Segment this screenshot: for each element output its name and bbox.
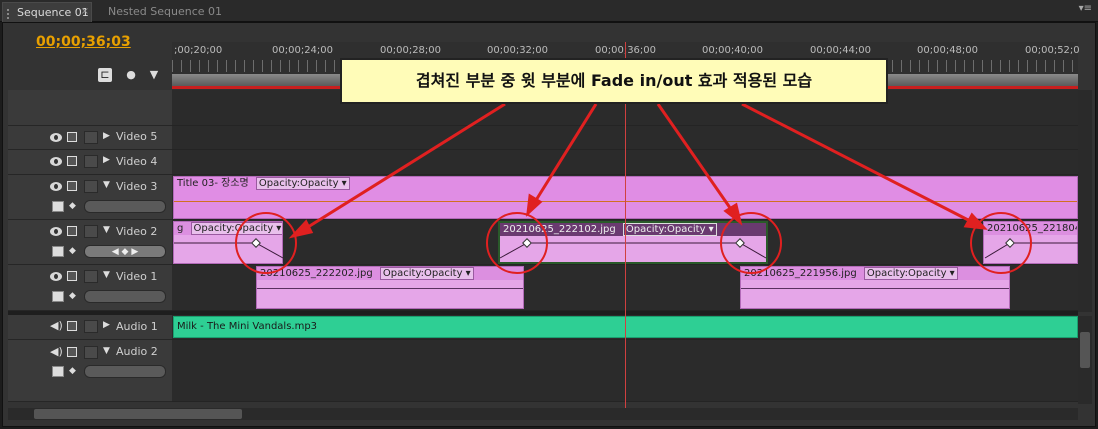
keyframe-icon[interactable]: ◆	[69, 366, 76, 376]
ruler-label: ;00;20;00	[174, 45, 223, 56]
highlight-circle	[235, 212, 297, 274]
ruler-label: 00;00;52;0	[1025, 45, 1080, 56]
triangle-icon[interactable]: ▼	[103, 346, 110, 356]
triangle-icon[interactable]: ▼	[103, 225, 110, 235]
video-scrollbar[interactable]	[1078, 90, 1092, 312]
wrench-icon[interactable]: ●	[124, 68, 138, 82]
opacity-dropdown[interactable]: Opacity:Opacity ▾	[863, 267, 958, 280]
track-name: Video 4	[116, 155, 158, 168]
speaker-icon[interactable]: ◀)	[50, 345, 63, 358]
tab-label: Sequence 01	[17, 6, 89, 19]
display-style-icon[interactable]	[52, 246, 64, 257]
film-icon[interactable]	[67, 271, 77, 281]
film-icon[interactable]	[67, 226, 77, 236]
triangle-icon[interactable]: ▶	[103, 320, 110, 330]
close-icon[interactable]: ×	[81, 6, 89, 17]
eye-icon[interactable]	[50, 157, 62, 166]
audio-scroll-thumb[interactable]	[1080, 332, 1090, 368]
triangle-icon[interactable]: ▼	[103, 270, 110, 280]
opacity-label: Opacity:Opacity	[625, 224, 706, 235]
keyframe-nav[interactable]	[84, 365, 166, 378]
opacity-label: Opacity:Opacity	[866, 268, 947, 279]
display-style-icon[interactable]	[52, 201, 64, 212]
tab-label: Nested Sequence 01	[108, 5, 223, 18]
eye-icon[interactable]	[50, 227, 62, 236]
annotation-banner: 겹쳐진 부분 중 윗 부분에 Fade in/out 효과 적용된 모습	[340, 58, 888, 104]
ruler-label: 00;00;28;00	[380, 45, 442, 56]
track-name: Audio 2	[116, 345, 158, 358]
opacity-dropdown[interactable]: Opacity:Opacity ▾	[379, 267, 474, 280]
marker-icon[interactable]: ▼	[147, 68, 161, 82]
clip-v1-right[interactable]: 20210625_221956.jpg Opacity:Opacity ▾	[740, 266, 1010, 309]
film-icon[interactable]	[67, 181, 77, 191]
lock-toggle[interactable]	[84, 155, 98, 168]
eye-icon[interactable]	[50, 133, 62, 142]
track-name: Video 5	[116, 130, 158, 143]
highlight-circle	[486, 212, 548, 274]
track-header-spacer	[8, 90, 172, 126]
snap-icon[interactable]: ⊏	[98, 68, 112, 82]
panel-menu-icon[interactable]: ▾≡	[1079, 3, 1092, 14]
eye-icon[interactable]	[50, 272, 62, 281]
clip-name: Milk - The Mini Vandals.mp3	[177, 321, 318, 332]
lock-toggle[interactable]	[84, 320, 98, 333]
ruler-label: 00;00;44;00	[810, 45, 872, 56]
lock-toggle[interactable]	[84, 180, 98, 193]
tab-nested-sequence-01[interactable]: Nested Sequence 01	[94, 2, 224, 22]
film-icon[interactable]	[67, 132, 77, 142]
ruler-label: 00;00;48;00	[917, 45, 979, 56]
opacity-line[interactable]	[741, 288, 1009, 289]
triangle-icon[interactable]: ▼	[103, 180, 110, 190]
opacity-line[interactable]	[257, 288, 523, 289]
lock-toggle[interactable]	[84, 131, 98, 144]
clip-name: g	[177, 223, 184, 234]
clip-v1-left[interactable]: 20210625_222202.jpg Opacity:Opacity ▾	[256, 266, 524, 309]
ruler-label: 00;00;24;00	[272, 45, 334, 56]
film-icon[interactable]	[67, 321, 77, 331]
track-name: Video 1	[116, 270, 158, 283]
keyframe-nav[interactable]: ◀ ◆ ▶	[84, 245, 166, 258]
display-style-icon[interactable]	[52, 366, 64, 377]
lock-toggle[interactable]	[84, 225, 98, 238]
opacity-dropdown[interactable]: Opacity:Opacity ▾	[255, 177, 350, 190]
triangle-icon[interactable]: ▶	[103, 131, 110, 141]
lock-toggle[interactable]	[84, 346, 98, 359]
highlight-circle	[720, 212, 782, 274]
film-icon[interactable]	[67, 347, 77, 357]
eye-icon[interactable]	[50, 182, 62, 191]
grip-icon[interactable]	[7, 9, 12, 19]
keyframe-icon[interactable]: ◆	[69, 246, 76, 256]
film-icon[interactable]	[67, 156, 77, 166]
keyframe-icon[interactable]: ◆	[69, 291, 76, 301]
track-name: Video 3	[116, 180, 158, 193]
opacity-dropdown[interactable]: Opacity:Opacity ▾	[622, 223, 717, 236]
keyframe-nav[interactable]	[84, 290, 166, 303]
ruler-label: 00;00;32;00	[487, 45, 549, 56]
speaker-icon[interactable]: ◀)	[50, 319, 63, 332]
ruler-label: 00;00;40;00	[702, 45, 764, 56]
triangle-icon[interactable]: ▶	[103, 155, 110, 165]
horizontal-scroll-thumb[interactable]	[34, 409, 242, 419]
opacity-label: Opacity:Opacity	[258, 178, 339, 189]
track-name: Audio 1	[116, 320, 158, 333]
opacity-label: Opacity:Opacity	[382, 268, 463, 279]
highlight-circle	[970, 212, 1032, 274]
keyframe-nav[interactable]	[84, 200, 166, 213]
opacity-line[interactable]	[174, 201, 1077, 202]
track-name: Video 2	[116, 225, 158, 238]
tab-sequence-01[interactable]: Sequence 01 ×	[2, 2, 92, 22]
display-style-icon[interactable]	[52, 291, 64, 302]
lock-toggle[interactable]	[84, 270, 98, 283]
clip-name: Title 03- 장소명	[177, 178, 249, 189]
timecode-display[interactable]: 00;00;36;03	[36, 34, 131, 50]
keyframe-icon[interactable]: ◆	[69, 201, 76, 211]
